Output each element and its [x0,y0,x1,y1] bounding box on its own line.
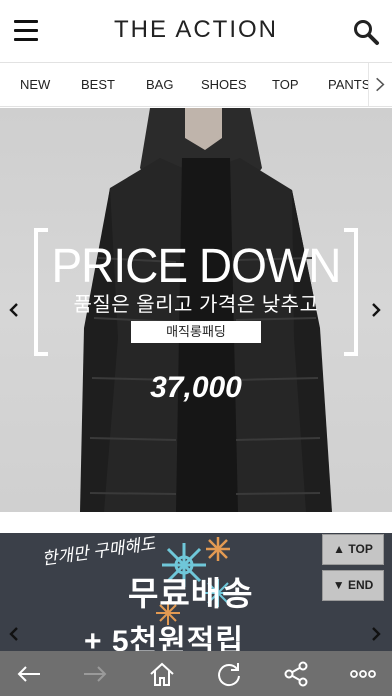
category-top[interactable]: TOP [272,63,299,106]
more-icon[interactable] [349,660,377,688]
home-icon[interactable] [148,660,176,688]
app-logo[interactable]: THE ACTION [0,16,392,44]
category-pants[interactable]: PANTS [328,63,370,106]
scroll-top-label: TOP [348,542,373,556]
triangle-down-icon: ▼ [332,578,348,592]
forward-icon[interactable] [81,660,109,688]
chevron-right-icon[interactable] [366,300,386,320]
category-bag[interactable]: BAG [146,63,173,106]
category-nav: NEW BEST BAG SHOES TOP PANTS [0,62,392,107]
search-icon[interactable] [352,18,380,46]
chevron-right-icon[interactable] [366,624,386,644]
banner-headline: PRICE DOWN [51,237,342,293]
back-icon[interactable] [15,660,43,688]
app-header: THE ACTION [0,0,392,62]
scroll-end-label: END [347,578,374,592]
chevron-right-icon[interactable] [368,63,392,106]
chevron-left-icon[interactable] [4,624,24,644]
banner-subline: 품질은 올리고 가격은 낮추고 [73,294,319,316]
product-badge[interactable]: 매직롱패딩 [131,321,261,343]
banner2-main-text: 무료배송 [128,575,254,612]
chevron-left-icon[interactable] [4,300,24,320]
triangle-up-icon: ▲ [333,542,349,556]
scroll-top-button[interactable]: ▲ TOP [322,534,384,565]
refresh-icon[interactable] [215,660,243,688]
bottom-toolbar [0,651,392,696]
share-icon[interactable] [282,660,310,688]
category-new[interactable]: NEW [20,63,50,106]
scroll-end-button[interactable]: ▼ END [322,570,384,601]
category-shoes[interactable]: SHOES [201,63,247,106]
product-price: 37,000 [150,371,242,404]
banner-gap [0,512,392,533]
category-best[interactable]: BEST [81,63,115,106]
